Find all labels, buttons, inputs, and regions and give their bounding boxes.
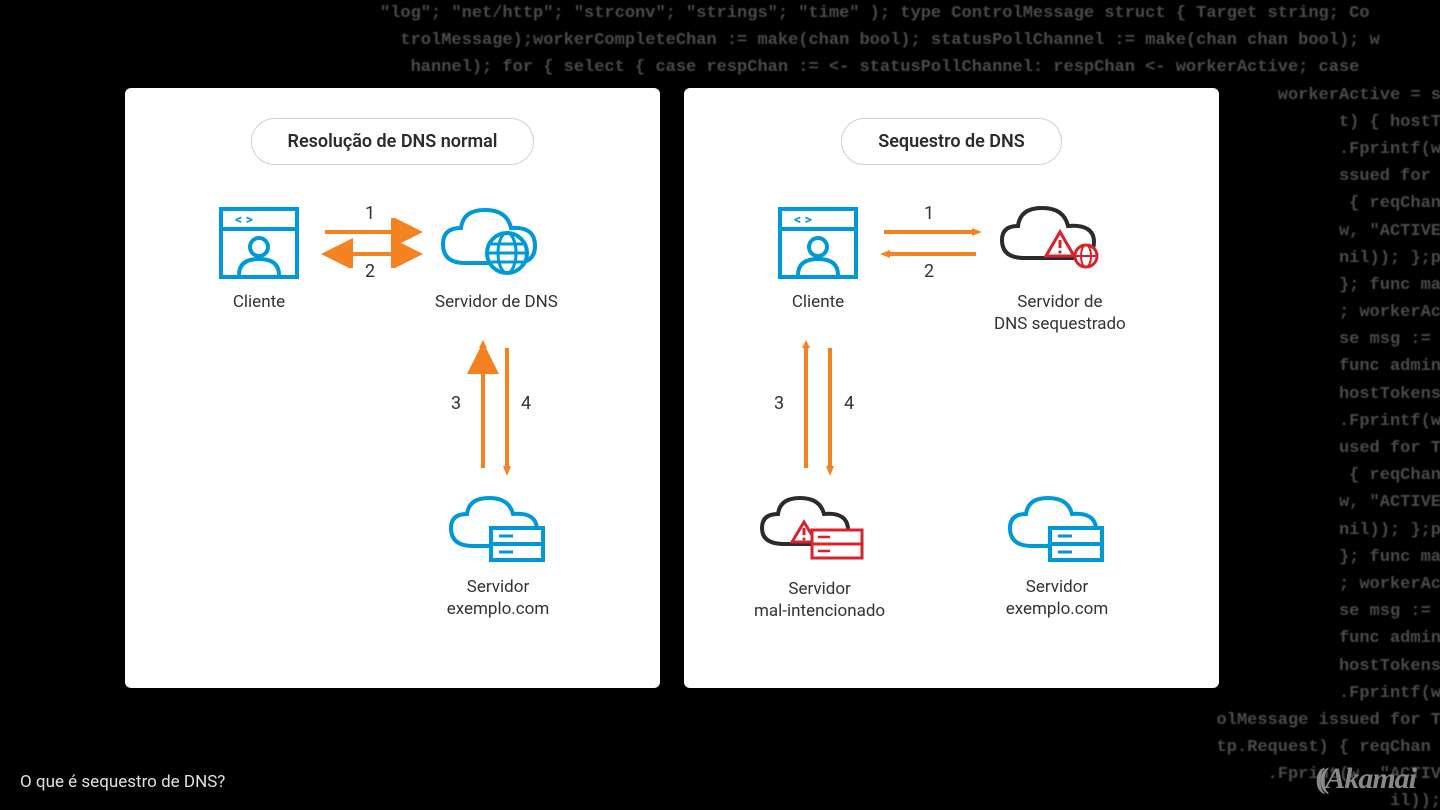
step-4: 4 [521, 393, 531, 414]
step-2: 2 [365, 261, 375, 282]
step-2-r: 2 [924, 261, 934, 282]
arrows-vertical-left [465, 338, 525, 478]
cloud-globe-icon [435, 198, 545, 283]
step-4-r: 4 [844, 393, 854, 414]
cloud-alert-icon [994, 198, 1114, 283]
step-1: 1 [365, 203, 375, 224]
dns-label: Servidor de DNS [435, 291, 558, 313]
node-dns-hijacked: Servidor de DNS sequestrado [994, 198, 1126, 335]
node-client-right: < > Cliente [774, 203, 862, 313]
step-1-r: 1 [924, 203, 934, 224]
node-server-left: Servidor exemplo.com [443, 488, 553, 620]
panel-normal-dns: Resolução de DNS normal < > Cliente [125, 88, 660, 688]
cloud-server-icon [1002, 488, 1112, 568]
malicious-label: Servidor mal-intencionado [754, 578, 885, 622]
step-3-r: 3 [774, 393, 784, 414]
step-3: 3 [451, 393, 461, 414]
cloud-server-icon [443, 488, 553, 568]
server-label-r: Servidor exemplo.com [1002, 576, 1112, 620]
browser-user-icon: < > [215, 203, 303, 283]
client-label: Cliente [215, 291, 303, 313]
caption-text: O que é sequestro de DNS? [20, 772, 225, 792]
node-dns-left: Servidor de DNS [435, 198, 558, 313]
svg-text:< >: < > [235, 212, 253, 228]
cloud-malicious-icon [754, 488, 874, 570]
panel-hijack-dns: Sequestro de DNS < > Cliente [684, 88, 1219, 688]
akamai-logo: Akamai [1315, 762, 1416, 796]
node-malicious-server: Servidor mal-intencionado [754, 488, 885, 622]
diagram-panels: Resolução de DNS normal < > Cliente [125, 88, 1219, 688]
node-client-left: < > Cliente [215, 203, 303, 313]
dns-hijacked-label: Servidor de DNS sequestrado [994, 291, 1126, 335]
client-label-r: Cliente [774, 291, 862, 313]
panel-title-hijack: Sequestro de DNS [841, 118, 1062, 165]
browser-user-icon: < > [774, 203, 862, 283]
panel-title-normal: Resolução de DNS normal [251, 118, 535, 165]
node-server-right: Servidor exemplo.com [1002, 488, 1112, 620]
server-label: Servidor exemplo.com [443, 576, 553, 620]
arrows-vertical-right [788, 338, 848, 478]
svg-text:< >: < > [794, 212, 812, 228]
